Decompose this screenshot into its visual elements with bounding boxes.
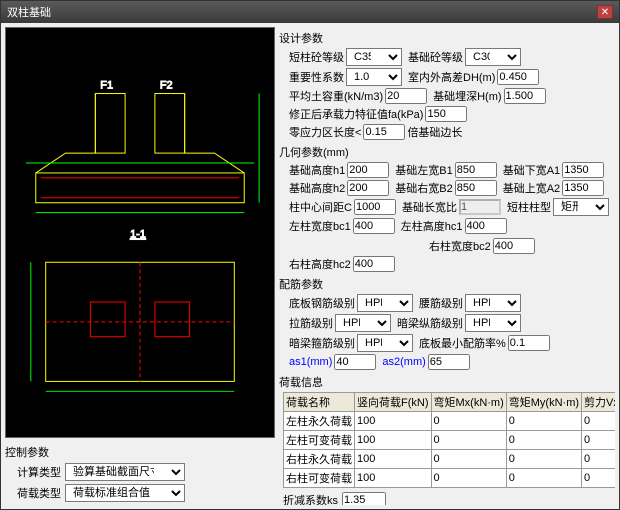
drawing-preview: F1 F2 1-1: [5, 27, 275, 438]
min-ratio-input[interactable]: [508, 335, 550, 351]
table-row[interactable]: 左柱可变荷载1000000: [284, 431, 616, 450]
bottom-bar-select[interactable]: HPB300: [357, 294, 413, 312]
a1-input[interactable]: [562, 162, 604, 178]
section-label: 1-1: [130, 228, 146, 240]
depth-input[interactable]: [504, 88, 546, 104]
load-type-select[interactable]: 荷载标准组合值: [65, 484, 185, 502]
as1-input[interactable]: [334, 354, 376, 370]
a2-input[interactable]: [562, 180, 604, 196]
calc-type-label: 计算类型: [5, 464, 61, 480]
title-text: 双柱基础: [7, 4, 51, 20]
table-header: 弯矩Mx(kN·m): [431, 393, 506, 412]
table-header: 荷载名称: [284, 393, 355, 412]
table-row[interactable]: 右柱永久荷载1000000: [284, 450, 616, 469]
c-input[interactable]: [354, 199, 396, 215]
importance-select[interactable]: 1.0: [346, 68, 402, 86]
svg-text:F1: F1: [100, 80, 113, 92]
reduce-input[interactable]: [342, 492, 386, 505]
b1-input[interactable]: [455, 162, 497, 178]
coltype-select[interactable]: 矩形柱: [553, 198, 609, 216]
b2-input[interactable]: [455, 180, 497, 196]
table-header: 弯矩My(kN·m): [506, 393, 581, 412]
hc1-input[interactable]: [465, 218, 507, 234]
found-conc-select[interactable]: C30: [465, 48, 521, 66]
short-col-conc-select[interactable]: C35: [346, 48, 402, 66]
tie-bar-select[interactable]: HPB300: [335, 314, 391, 332]
table-header: 剪力Vx(kN): [582, 393, 615, 412]
waist-bar-select[interactable]: HPB300: [465, 294, 521, 312]
bc2-input[interactable]: [493, 238, 535, 254]
rebar-header: 配筋参数: [279, 276, 613, 292]
geom-header: 几何参数(mm): [279, 144, 613, 160]
calc-type-select[interactable]: 验算基础截面尺寸: [65, 463, 185, 481]
table-row[interactable]: 左柱永久荷载1000000: [284, 412, 616, 431]
h2-input[interactable]: [347, 180, 389, 196]
stirrup-select[interactable]: HPB300: [357, 334, 413, 352]
table-header: 竖向荷载F(kN): [355, 393, 432, 412]
control-params-group: 控制参数 计算类型 验算基础截面尺寸 荷载类型 荷载标准组合值: [5, 444, 275, 505]
control-params-header: 控制参数: [5, 444, 275, 460]
h1-input[interactable]: [347, 162, 389, 178]
hc2-input[interactable]: [353, 256, 395, 272]
soil-weight-input[interactable]: [385, 88, 427, 104]
close-icon[interactable]: ✕: [597, 5, 613, 19]
ratio-input: [459, 199, 501, 215]
dh-input[interactable]: [497, 69, 539, 85]
table-row[interactable]: 右柱可变荷载1000000: [284, 469, 616, 488]
svg-text:F2: F2: [160, 80, 173, 92]
fak-input[interactable]: [425, 106, 467, 122]
as2-input[interactable]: [428, 354, 470, 370]
dialog-window: 双柱基础 ✕: [0, 0, 620, 510]
bc1-input[interactable]: [353, 218, 395, 234]
beam-bar-select[interactable]: HPB300: [465, 314, 521, 332]
loads-table[interactable]: 荷载名称竖向荷载F(kN)弯矩Mx(kN·m)弯矩My(kN·m)剪力Vx(kN…: [283, 392, 615, 488]
zero-stress-input[interactable]: [363, 124, 405, 140]
loads-header: 荷载信息: [279, 374, 613, 390]
titlebar: 双柱基础 ✕: [1, 1, 619, 23]
design-header: 设计参数: [279, 30, 613, 46]
load-type-label: 荷载类型: [5, 485, 61, 501]
